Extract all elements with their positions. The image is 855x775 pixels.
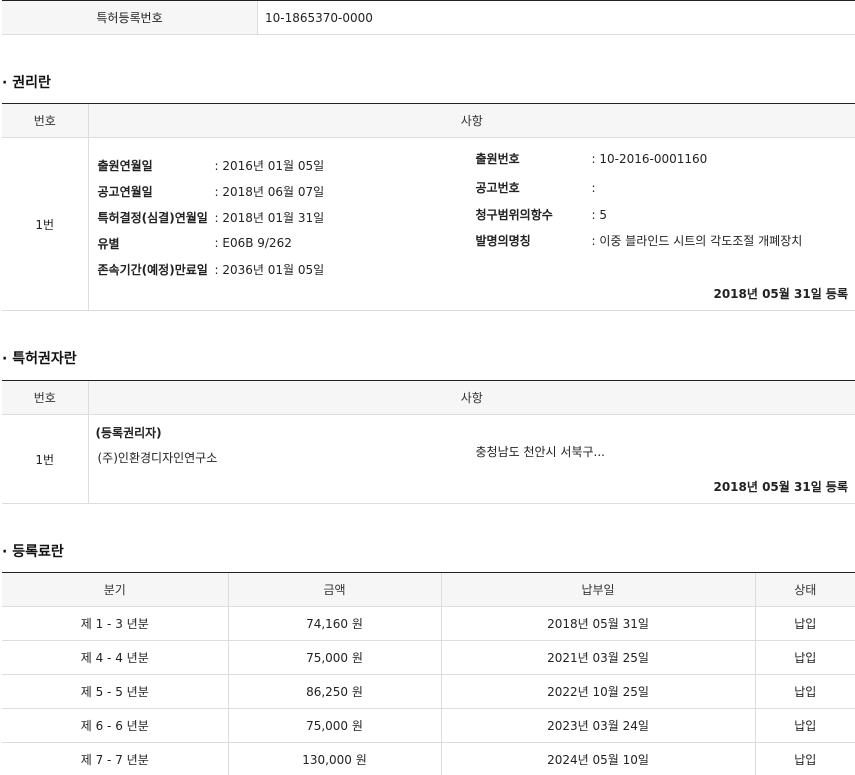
rights-field-label: 청구범위의항수	[475, 208, 553, 222]
fee-status: 납입	[754, 640, 855, 675]
table-row: 제 1 - 3 년분 74,160 원 2018년 05월 31일 납입	[2, 606, 855, 641]
rights-detail-cell: 출원연월일 : 2016년 01월 05일 공고연월일 : 2018년 06월 …	[87, 137, 855, 311]
rights-section-title: · 권리란	[2, 75, 51, 91]
rights-field-label: 특허결정(심결)연월일	[97, 210, 208, 225]
rights-field-row: 청구범위의항수 : 5	[476, 202, 855, 227]
holder-address: 충청남도 천안시 서북구...	[475, 444, 605, 459]
patent-number-label: 특허등록번호	[2, 1, 258, 34]
rights-field-row: 유별 : E06B 9/262	[98, 230, 476, 256]
fee-amount: 74,160 원	[227, 606, 441, 641]
rights-field-value: : 2018년 06월 07일	[214, 184, 325, 199]
fee-date: 2024년 05월 10일	[440, 742, 755, 775]
fee-status: 납입	[754, 742, 855, 775]
rights-field-row: 공고연월일 : 2018년 06월 07일	[98, 178, 476, 204]
rights-field-row: 발명의명칭 : 이중 블라인드 시트의 각도조절 개폐장치	[476, 227, 855, 254]
holders-header-item: 사항	[87, 380, 855, 415]
table-row: 제 5 - 5 년분 86,250 원 2022년 10월 25일 납입	[2, 674, 855, 709]
holders-detail-cell: (등록권리자) (주)인환경디자인연구소 충청남도 천안시 서북구... 201…	[87, 414, 855, 504]
table-row: 제 4 - 4 년분 75,000 원 2021년 03월 25일 납입	[2, 640, 855, 675]
rights-field-label: 출원번호	[475, 152, 520, 166]
rights-right-column: 출원번호 : 10-2016-0001160 공고번호 : 청구범위의항수 : …	[476, 138, 855, 282]
fee-amount: 75,000 원	[227, 708, 441, 743]
patent-number-row: 특허등록번호 10-1865370-0000	[2, 0, 855, 35]
rights-table: 번호 사항 1번 출원연월일 : 2016년 01월 05일 공고연월일 : 2…	[2, 103, 855, 311]
table-row: 제 7 - 7 년분 130,000 원 2024년 05월 10일 납입	[2, 742, 855, 775]
fees-header-date: 납부일	[440, 572, 755, 607]
rights-left-column: 출원연월일 : 2016년 01월 05일 공고연월일 : 2018년 06월 …	[89, 138, 476, 282]
rights-field-value: : 5	[591, 207, 608, 222]
patent-number-value: 10-1865370-0000	[265, 10, 373, 25]
holder-name: (주)인환경디자인연구소	[97, 450, 218, 465]
holders-header-no: 번호	[2, 380, 88, 415]
rights-field-value: : 2036년 01월 05일	[214, 262, 325, 277]
rights-field-value: : 이중 블라인드 시트의 각도조절 개폐장치	[591, 234, 803, 248]
rights-field-row: 존속기간(예정)만료일 : 2036년 01월 05일	[98, 256, 476, 282]
fee-period: 제 4 - 4 년분	[2, 640, 228, 675]
fees-section-title: · 등록료란	[2, 544, 64, 560]
rights-field-row: 출원번호 : 10-2016-0001160	[476, 144, 855, 173]
rights-registration-date: 2018년 05월 31일 등록	[713, 287, 848, 301]
fees-header-period: 분기	[2, 572, 228, 607]
fee-period: 제 5 - 5 년분	[2, 674, 228, 709]
fee-period: 제 6 - 6 년분	[2, 708, 228, 743]
rights-field-value: : 2016년 01월 05일	[214, 158, 325, 173]
fee-status: 납입	[754, 674, 855, 709]
fee-period: 제 7 - 7 년분	[2, 742, 228, 775]
fee-amount: 130,000 원	[227, 742, 441, 775]
holders-registration-date: 2018년 05월 31일 등록	[713, 480, 848, 494]
fee-date: 2022년 10월 25일	[440, 674, 755, 709]
fee-status: 납입	[754, 606, 855, 641]
rights-field-label: 공고연월일	[97, 184, 153, 199]
rights-header-no: 번호	[2, 103, 88, 138]
rights-field-label: 출원연월일	[97, 158, 153, 173]
rights-field-row: 공고번호 :	[476, 173, 855, 202]
rights-field-label: 유별	[97, 236, 120, 251]
fees-header-amount: 금액	[227, 572, 441, 607]
rights-field-value: : E06B 9/262	[214, 236, 292, 250]
rights-field-label: 발명의명칭	[475, 234, 531, 248]
fee-status: 납입	[754, 708, 855, 743]
rights-field-row: 특허결정(심결)연월일 : 2018년 01월 31일	[98, 204, 476, 230]
holders-section-title: · 특허권자란	[2, 351, 77, 367]
holders-row-number: 1번	[2, 414, 88, 504]
fee-amount: 86,250 원	[227, 674, 441, 709]
table-row: 제 6 - 6 년분 75,000 원 2023년 03월 24일 납입	[2, 708, 855, 743]
rights-header-item: 사항	[87, 103, 855, 138]
rights-field-value: :	[591, 180, 596, 195]
rights-row-number: 1번	[2, 137, 88, 311]
rights-field-value: : 2018년 01월 31일	[214, 210, 325, 225]
fee-date: 2018년 05월 31일	[440, 606, 755, 641]
rights-field-value: : 10-2016-0001160	[591, 151, 708, 166]
fees-table: 분기 금액 납부일 상태 제 1 - 3 년분 74,160 원 2018년 0…	[2, 572, 855, 775]
holders-table: 번호 사항 1번 (등록권리자) (주)인환경디자인연구소 충청남도 천안시 서…	[2, 380, 855, 504]
fee-amount: 75,000 원	[227, 640, 441, 675]
fee-date: 2021년 03월 25일	[440, 640, 755, 675]
rights-field-label: 공고번호	[475, 181, 520, 195]
fee-date: 2023년 03월 24일	[440, 708, 755, 743]
fees-header-status: 상태	[754, 572, 855, 607]
fee-period: 제 1 - 3 년분	[2, 606, 228, 641]
rights-field-label: 존속기간(예정)만료일	[97, 262, 208, 277]
rights-field-row: 출원연월일 : 2016년 01월 05일	[98, 152, 476, 178]
